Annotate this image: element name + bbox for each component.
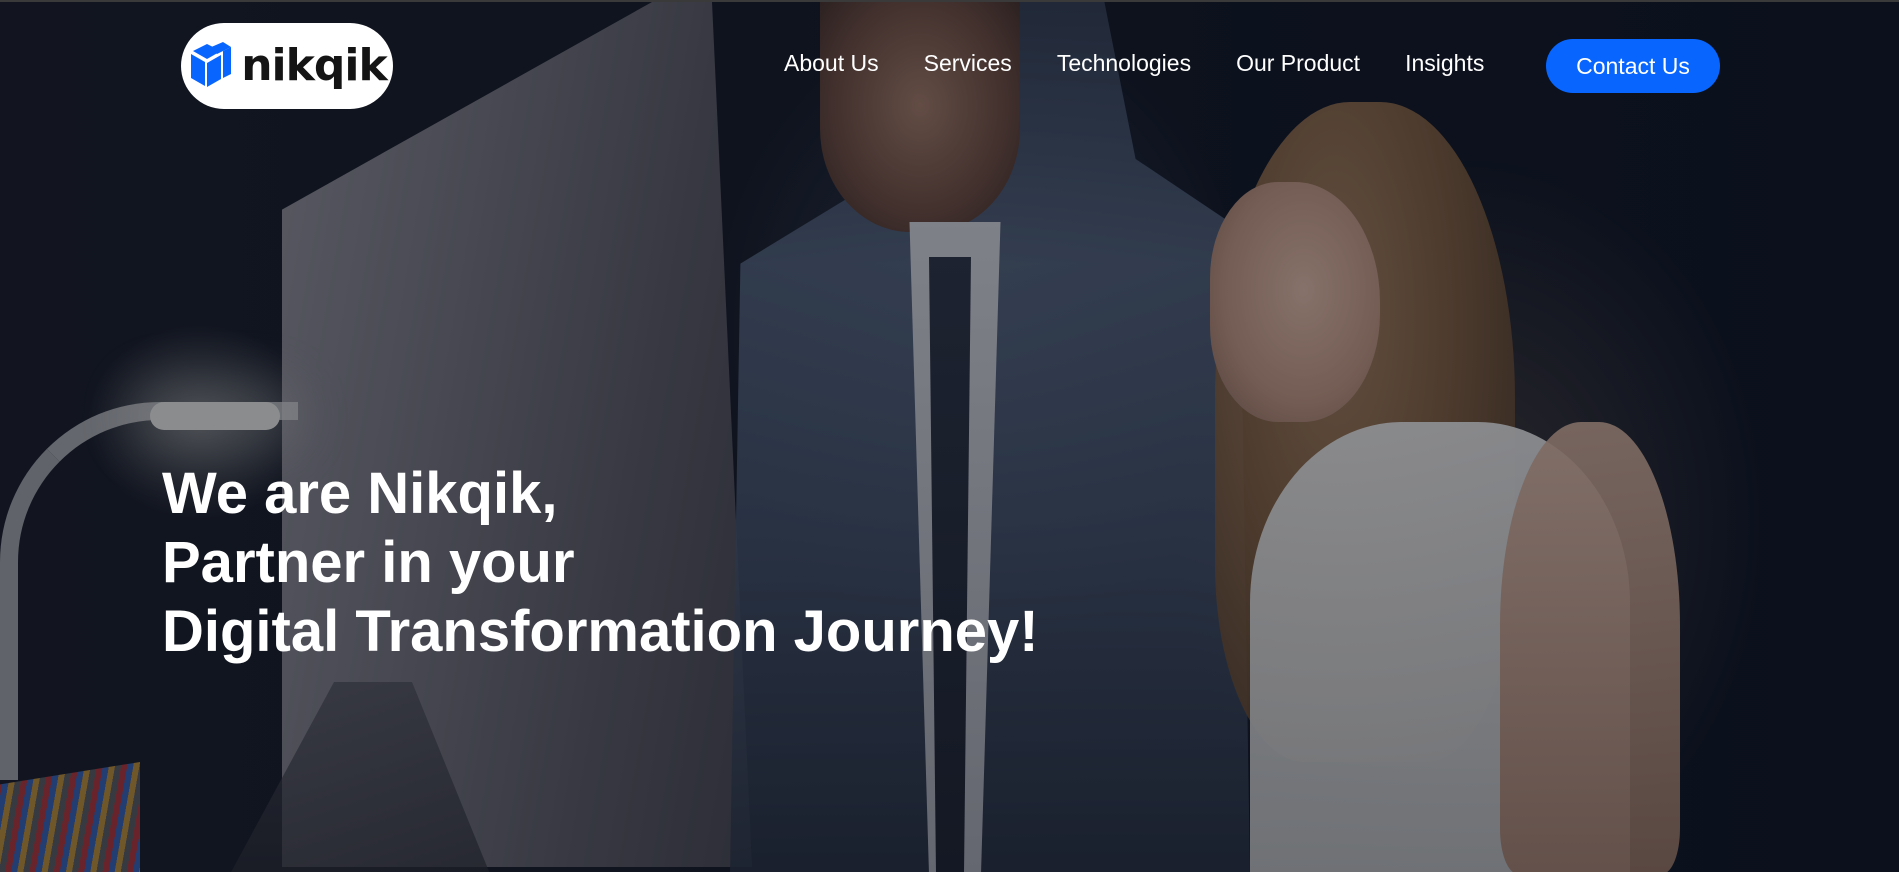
nav-item-our-product[interactable]: Our Product — [1236, 50, 1360, 77]
hero-dark-overlay — [0, 2, 1899, 872]
nav-item-insights[interactable]: Insights — [1405, 50, 1484, 77]
nav-item-about-us[interactable]: About Us — [784, 50, 879, 77]
logo-text: nikqik — [241, 40, 388, 91]
nav-item-services[interactable]: Services — [924, 50, 1012, 77]
hero-headline-line-3: Digital Transformation Journey! — [162, 599, 1039, 664]
hero-headline: We are Nikqik, Partner in your Digital T… — [162, 459, 1039, 666]
logo-link[interactable]: nikqik — [181, 23, 393, 109]
contact-us-button[interactable]: Contact Us — [1546, 39, 1720, 93]
hero-headline-line-1: We are Nikqik, — [162, 461, 558, 526]
site-header: nikqik About Us Services Technologies Ou… — [0, 2, 1899, 130]
main-nav: About Us Services Technologies Our Produ… — [784, 50, 1529, 77]
cube-icon — [191, 42, 232, 87]
hero-section: nikqik About Us Services Technologies Ou… — [0, 0, 1899, 872]
nav-item-technologies[interactable]: Technologies — [1057, 50, 1191, 77]
hero-headline-line-2: Partner in your — [162, 530, 575, 595]
